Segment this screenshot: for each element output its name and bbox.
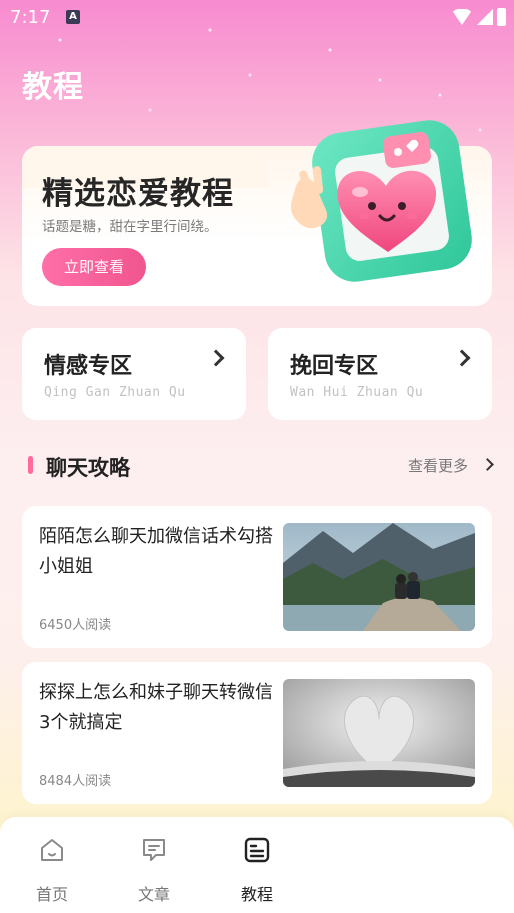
document-icon: [244, 837, 270, 863]
article-read-count: 8484人阅读: [39, 774, 112, 789]
view-now-button[interactable]: 立即查看: [42, 248, 146, 286]
heart-photo-frame-icon: [290, 120, 472, 282]
chevron-right-icon: [207, 349, 225, 367]
category-pinyin: Qing Gan Zhuan Qu: [44, 385, 186, 400]
hero-title: 精选恋爱教程: [42, 176, 234, 212]
nav-label: 文章: [137, 885, 170, 904]
article-card[interactable]: 探探上怎么和妹子聊天转微信 3个就搞定 8484人阅读: [22, 662, 492, 804]
status-time: 7:17: [10, 7, 51, 28]
battery-icon: [497, 8, 506, 26]
bottom-navigation: 首页 文章 教程: [0, 817, 514, 913]
nav-home[interactable]: 首页: [12, 817, 92, 913]
section-accent-bar: [28, 456, 33, 474]
nav-tutorial[interactable]: 教程: [217, 817, 297, 913]
home-icon: [41, 839, 63, 861]
nav-articles[interactable]: 文章: [114, 817, 194, 913]
nav-label: 首页: [35, 885, 68, 904]
article-read-count: 6450人阅读: [39, 618, 112, 633]
chevron-right-icon: [453, 349, 471, 367]
category-card-emotion[interactable]: 情感专区 Qing Gan Zhuan Qu: [22, 328, 246, 420]
category-pinyin: Wan Hui Zhuan Qu: [290, 385, 424, 400]
app-notification-icon: A: [66, 10, 80, 24]
category-title: 情感专区: [44, 354, 133, 379]
chat-icon: [143, 839, 165, 861]
category-card-recover[interactable]: 挽回专区 Wan Hui Zhuan Qu: [268, 328, 492, 420]
article-title: 探探上怎么和妹子聊天转微信 3个就搞定: [39, 682, 273, 733]
book-heart-pages-photo: [283, 679, 475, 787]
couple-on-rock-lake-photo: [283, 523, 475, 631]
nav-label: 教程: [240, 885, 273, 904]
status-bar: 7:17 A: [0, 0, 514, 36]
signal-icon: [477, 9, 493, 25]
category-title: 挽回专区: [290, 354, 379, 379]
chevron-right-icon[interactable]: [481, 458, 494, 471]
status-icons: [451, 8, 506, 26]
article-title: 陌陌怎么聊天加微信话术勾搭小姐姐: [39, 526, 273, 577]
article-card[interactable]: 陌陌怎么聊天加微信话术勾搭小姐姐 6450人阅读: [22, 506, 492, 648]
wifi-icon: [451, 9, 473, 25]
section-title: 聊天攻略: [46, 456, 130, 480]
see-more-link[interactable]: 查看更多: [408, 455, 468, 476]
hero-subtitle: 话题是糖，甜在字里行间绕。: [42, 219, 218, 235]
page-title: 教程: [22, 70, 84, 105]
